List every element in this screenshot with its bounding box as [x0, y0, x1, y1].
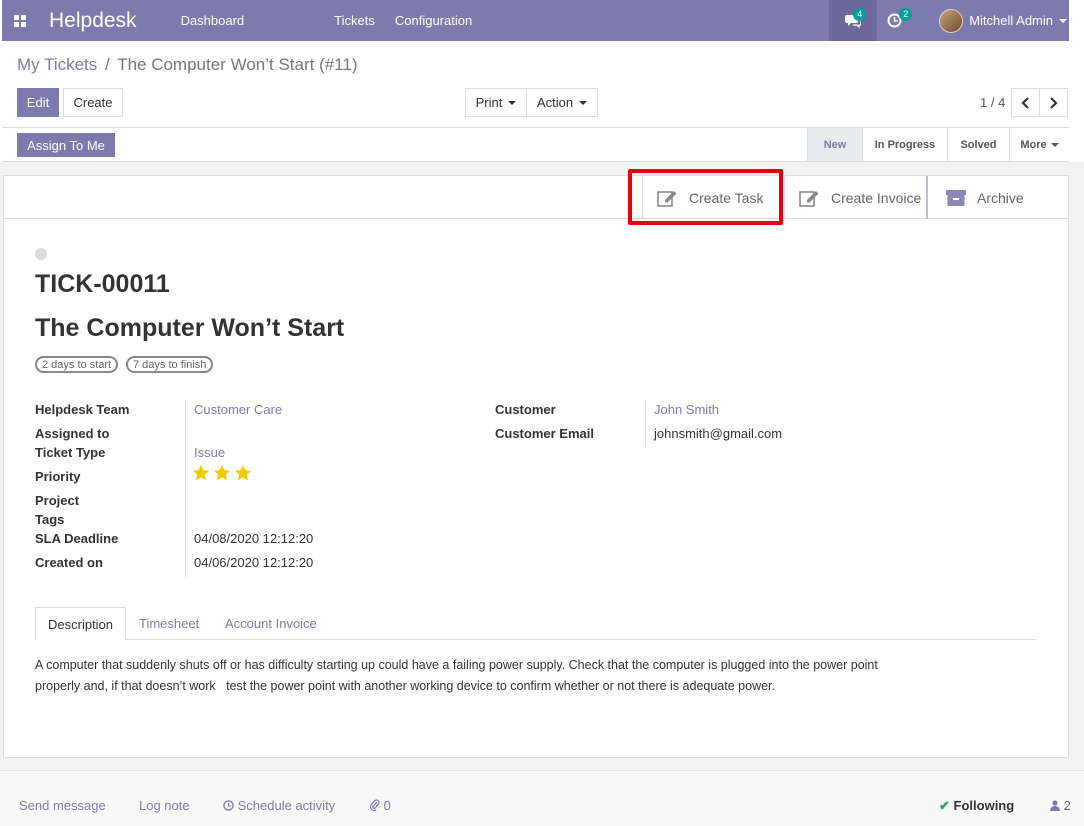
user-menu[interactable]: Mitchell Admin [929, 0, 1069, 41]
highlight-box [628, 169, 783, 225]
breadcrumb-my-tickets[interactable]: My Tickets [17, 55, 97, 74]
label-customer-email: Customer Email [495, 426, 594, 441]
star-icon[interactable] [234, 464, 252, 482]
top-navbar: Helpdesk Dashboard Tickets Configuration… [2, 0, 1069, 41]
star-icon[interactable] [192, 464, 210, 482]
sla-badge-start: 2 days to start [35, 356, 119, 373]
ticket-title: The Computer Won’t Start [35, 314, 345, 342]
notebook-tabs: Description Timesheet Account Invoice [35, 607, 1036, 641]
avatar [939, 8, 964, 33]
schedule-activity-label: Schedule activity [237, 798, 336, 813]
pager-previous-button[interactable] [1011, 88, 1040, 117]
send-message-button[interactable]: Send message [19, 798, 106, 813]
attachments-button[interactable]: 0 [370, 798, 391, 813]
user-name: Mitchell Admin [969, 13, 1053, 28]
stage-solved[interactable]: Solved [947, 128, 1009, 161]
description-line: A computer that suddenly shuts off or ha… [35, 658, 878, 672]
paperclip-icon [370, 799, 380, 811]
chevron-down-icon [508, 100, 517, 105]
stage-in-progress[interactable]: In Progress [862, 128, 947, 161]
followers-count: 2 [1063, 798, 1071, 813]
label-customer: Customer [495, 402, 556, 417]
field-divider [185, 400, 186, 577]
pager-next-button[interactable] [1039, 88, 1068, 117]
customer-email-value[interactable]: johnsmith@gmail.com [654, 426, 782, 441]
star-icon[interactable] [213, 464, 231, 482]
description-text[interactable]: A computer that suddenly shuts off or ha… [35, 655, 935, 697]
label-ticket-type: Ticket Type [35, 445, 106, 460]
breadcrumb: My Tickets / The Computer Won’t Start (#… [17, 55, 358, 75]
edit-icon [799, 190, 819, 207]
created-on-value: 04/06/2020 12:12:20 [194, 555, 314, 570]
user-icon [1050, 800, 1060, 811]
ticket-type-value[interactable]: Issue [194, 445, 225, 460]
helpdesk-team-value[interactable]: Customer Care [194, 402, 282, 417]
menu-tickets[interactable]: Tickets [334, 13, 375, 28]
stage-new[interactable]: New [807, 128, 862, 161]
schedule-activity-button[interactable]: Schedule activity [223, 798, 335, 813]
archive-label: Archive [977, 189, 1024, 206]
attachments-count: 0 [383, 798, 391, 813]
action-dropdown[interactable]: Action [526, 88, 598, 117]
label-sla-deadline: SLA Deadline [35, 531, 119, 546]
chevron-left-icon [1021, 96, 1029, 109]
tab-account-invoice[interactable]: Account Invoice [225, 607, 317, 640]
edit-button[interactable]: Edit [17, 88, 59, 117]
sla-deadline-value[interactable]: 04/08/2020 12:12:20 [194, 531, 313, 546]
label-created-on: Created on [35, 555, 103, 570]
action-label: Action [536, 95, 574, 110]
breadcrumb-separator: / [105, 55, 110, 74]
customer-value[interactable]: John Smith [654, 402, 719, 417]
tab-timesheet[interactable]: Timesheet [139, 607, 199, 640]
create-button[interactable]: Create [63, 88, 123, 117]
description-line: properly and, if that doesn’t work test … [35, 679, 775, 693]
following-button[interactable]: ✔ Following [939, 798, 1014, 814]
breadcrumb-current: The Computer Won’t Start (#11) [117, 55, 358, 74]
assign-to-me-button[interactable]: Assign To Me [17, 133, 115, 157]
label-tags: Tags [35, 512, 65, 527]
messages-badge: 4 [853, 8, 867, 21]
label-priority: Priority [35, 469, 81, 484]
app-brand[interactable]: Helpdesk [49, 9, 137, 33]
apps-menu-icon[interactable] [6, 0, 34, 41]
menu-dashboard[interactable]: Dashboard [181, 13, 245, 28]
kanban-state-dot[interactable] [35, 248, 47, 260]
field-divider [645, 400, 646, 445]
activities-menu[interactable]: 2 [877, 0, 929, 41]
check-icon: ✔ [939, 798, 950, 813]
activities-badge: 2 [899, 8, 913, 21]
create-invoice-label: Create Invoice [831, 189, 922, 206]
create-invoice-button[interactable]: Create Invoice [784, 176, 926, 219]
clock-icon [223, 800, 234, 811]
sla-badge-finish: 7 days to finish [126, 356, 214, 373]
pager-value[interactable]: 1 / 4 [980, 95, 1005, 110]
menu-configuration[interactable]: Configuration [395, 13, 472, 28]
statusbar: Assign To Me New In Progress Solved More [2, 127, 1069, 162]
button-box: Create Task Create Invoice Archive [4, 176, 1068, 219]
archive-icon [946, 189, 966, 206]
stage-more-dropdown[interactable]: More [1009, 128, 1069, 161]
stage-pipeline: New In Progress Solved More [807, 128, 1069, 161]
messages-menu[interactable]: 4 [829, 0, 878, 41]
chevron-down-icon [1050, 142, 1059, 147]
tab-description[interactable]: Description [35, 607, 127, 641]
followers-button[interactable]: 2 [1050, 798, 1071, 813]
chatter-bar: Send message Log note Schedule activity … [0, 770, 1084, 826]
label-helpdesk-team: Helpdesk Team [35, 402, 130, 417]
chevron-down-icon [579, 100, 588, 105]
log-note-button[interactable]: Log note [139, 798, 190, 813]
print-dropdown[interactable]: Print [465, 88, 527, 117]
label-project: Project [35, 493, 80, 508]
label-assigned-to: Assigned to [35, 426, 110, 441]
chevron-right-icon [1050, 96, 1058, 109]
chevron-down-icon [1059, 18, 1067, 23]
print-label: Print [475, 95, 503, 110]
archive-button[interactable]: Archive [926, 176, 1068, 219]
ticket-number: TICK-00011 [35, 270, 170, 298]
following-label: Following [953, 798, 1015, 813]
stage-more-label: More [1020, 138, 1047, 151]
